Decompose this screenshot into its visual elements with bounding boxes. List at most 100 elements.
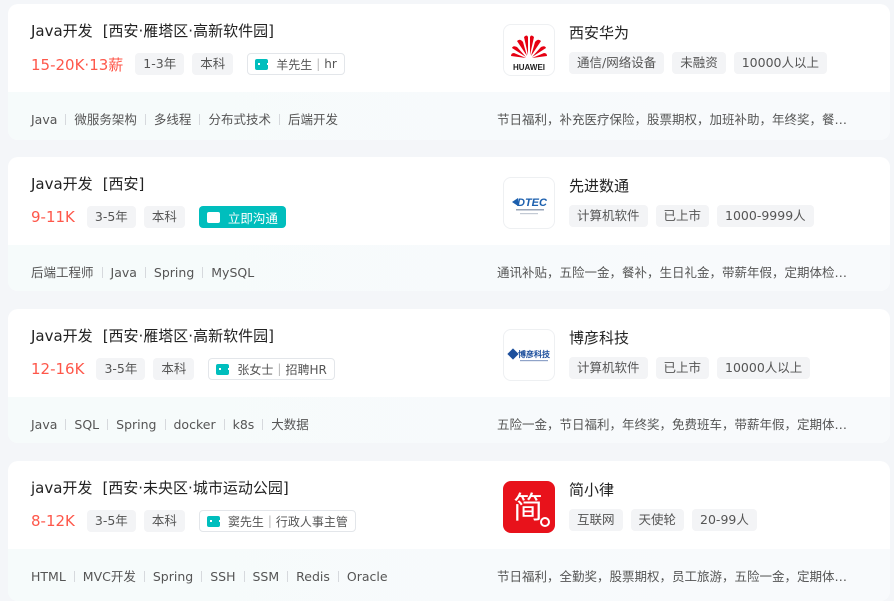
recruiter-info[interactable]: 羊先生 | hr <box>247 53 345 75</box>
education-tag: 本科 <box>143 510 185 532</box>
skill-tag: 后端开发 <box>287 112 338 127</box>
skill-tags: 后端工程师 Java Spring MySQL <box>31 262 254 281</box>
education-tag: 本科 <box>153 358 195 380</box>
divider <box>337 571 339 582</box>
job-card-footer: Java 微服务架构 多线程 分布式技术 后端开发 节日福利，补充医疗保险，股票期权，加… <box>8 92 890 140</box>
job-card[interactable]: Java开发 [西安] 9-11K 3-5年 本科 立即沟通 DTEC 先进数通… <box>8 157 890 291</box>
company-size-tag: 20-99人 <box>692 509 757 531</box>
company-industry-tag: 计算机软件 <box>569 205 648 227</box>
divider <box>107 419 109 430</box>
recruiter-separator: | <box>316 57 321 71</box>
job-title[interactable]: Java开发 <box>31 327 93 345</box>
dtec-logo-icon: DTEC <box>512 197 548 215</box>
recruiter-info[interactable]: 窦先生 | 行政人事主管 <box>198 510 356 532</box>
job-location: [西安·未央区·城市运动公园] <box>102 479 289 497</box>
job-card-footer: HTML MVC开发 Spring SSH SSM Redis Oracle 节日福利，全勤… <box>8 549 890 601</box>
company-industry-tag: 互联网 <box>569 509 623 531</box>
job-meta: 8-12K 3-5年 本科 窦先生 | 行政人事主管 <box>31 509 356 533</box>
recruiter-title: 行政人事主管 <box>275 514 348 529</box>
job-card[interactable]: Java开发 [西安·雁塔区·高新软件园] 12-16K 3-5年 本科 张女士 |… <box>8 309 890 443</box>
job-title-row[interactable]: Java开发 [西安·雁塔区·高新软件园] <box>31 325 274 346</box>
job-title-row[interactable]: Java开发 [西安·雁塔区·高新软件园] <box>31 20 274 41</box>
experience-tag: 3-5年 <box>86 510 136 532</box>
company-funding-tag: 已上市 <box>655 357 710 379</box>
job-location: [西安·雁塔区·高新软件园] <box>102 327 274 345</box>
divider <box>101 267 103 278</box>
skill-tag: Java <box>31 112 58 127</box>
divider <box>65 114 67 125</box>
job-meta: 9-11K 3-5年 本科 立即沟通 <box>31 205 286 229</box>
job-title[interactable]: Java开发 <box>31 175 93 193</box>
chat-bubble-icon <box>206 515 221 527</box>
skill-tag: 大数据 <box>271 417 309 432</box>
skill-tag: Redis <box>296 569 330 584</box>
chat-bubble-icon <box>206 211 220 223</box>
divider <box>262 419 264 430</box>
recruiter-name: 羊先生 <box>276 57 313 72</box>
divider <box>201 571 203 582</box>
job-meta: 12-16K 3-5年 本科 张女士 | 招聘HR <box>31 357 335 381</box>
skill-tag: HTML <box>31 569 66 584</box>
skill-tag: SSM <box>252 569 280 584</box>
welfare-text: 五险一金，节日福利，年终奖，免费班车，带薪年假，定期体检，餐补 <box>497 417 849 432</box>
beyondsoft-logo-icon: 博彦科技 <box>507 348 551 362</box>
job-card[interactable]: Java开发 [西安·雁塔区·高新软件园] 15-20K·13薪 1-3年 本科 … <box>8 4 890 140</box>
skill-tag: 多线程 <box>153 112 192 127</box>
chat-now-button[interactable]: 立即沟通 <box>198 206 286 228</box>
experience-tag: 3-5年 <box>96 358 146 380</box>
svg-text:简: 简 <box>513 491 543 526</box>
job-location: [西安] <box>102 175 145 193</box>
company-industry-tag: 计算机软件 <box>569 357 648 379</box>
skill-tag: Spring <box>116 417 157 432</box>
divider <box>73 571 75 582</box>
skill-tag: Oracle <box>346 569 388 584</box>
job-location: [西安·雁塔区·高新软件园] <box>102 22 274 40</box>
job-card-top: Java开发 [西安] 9-11K 3-5年 本科 立即沟通 DTEC 先进数通… <box>8 157 890 245</box>
company-logo[interactable]: 简 <box>503 481 555 533</box>
experience-tag: 3-5年 <box>86 206 136 228</box>
company-logo[interactable]: HUAWEI <box>503 24 555 76</box>
recruiter-name: 张女士 <box>237 362 274 377</box>
experience-tag: 1-3年 <box>135 53 185 75</box>
job-list: Java开发 [西安·雁塔区·高新软件园] 15-20K·13薪 1-3年 本科 … <box>0 0 894 601</box>
company-logo[interactable]: 博彦科技 <box>503 329 555 381</box>
company-industry-tag: 通信/网络设备 <box>569 52 665 74</box>
chat-bubble-icon <box>255 58 270 70</box>
company-name[interactable]: 简小律 <box>569 479 614 500</box>
education-tag: 本科 <box>192 53 234 75</box>
recruiter-title: 招聘HR <box>285 362 327 377</box>
company-funding-tag: 未融资 <box>672 52 726 74</box>
company-size-tag: 10000人以上 <box>733 52 827 74</box>
company-name[interactable]: 先进数通 <box>569 175 629 196</box>
divider <box>223 419 225 430</box>
job-title-row[interactable]: Java开发 [西安] <box>31 173 144 194</box>
svg-text:DTEC: DTEC <box>517 197 548 209</box>
company-name[interactable]: 博彦科技 <box>569 327 629 348</box>
skill-tag: Java <box>31 417 58 432</box>
divider <box>144 267 146 278</box>
skill-tag: MVC开发 <box>82 569 136 584</box>
job-salary: 15-20K·13薪 <box>31 55 124 74</box>
recruiter-title: hr <box>324 57 337 71</box>
svg-text:博彦科技: 博彦科技 <box>518 349 551 359</box>
company-name[interactable]: 西安华为 <box>569 22 629 43</box>
recruiter-separator: | <box>277 362 282 376</box>
job-salary: 12-16K <box>31 360 85 378</box>
divider <box>144 114 146 125</box>
job-title-row[interactable]: java开发 [西安·未央区·城市运动公园] <box>31 477 289 498</box>
company-tags: 计算机软件 已上市 10000人以上 <box>569 357 818 379</box>
job-card-footer: 后端工程师 Java Spring MySQL 通讯补贴，五险一金，餐补，生日礼金，带… <box>8 245 890 291</box>
recruiter-info[interactable]: 张女士 | 招聘HR <box>208 358 335 380</box>
skill-tags: Java 微服务架构 多线程 分布式技术 后端开发 <box>31 109 338 128</box>
divider <box>65 419 67 430</box>
job-title[interactable]: Java开发 <box>31 22 93 40</box>
skill-tag: docker <box>173 417 216 432</box>
recruiter-separator: | <box>267 514 272 528</box>
divider <box>199 114 201 125</box>
company-logo[interactable]: DTEC <box>503 177 555 229</box>
svg-text:HUAWEI: HUAWEI <box>513 63 545 72</box>
skill-tag: Spring <box>153 265 195 280</box>
job-title[interactable]: java开发 <box>31 479 92 497</box>
job-card[interactable]: java开发 [西安·未央区·城市运动公园] 8-12K 3-5年 本科 窦先生 |… <box>8 461 890 601</box>
recruiter-name: 窦先生 <box>227 514 264 529</box>
